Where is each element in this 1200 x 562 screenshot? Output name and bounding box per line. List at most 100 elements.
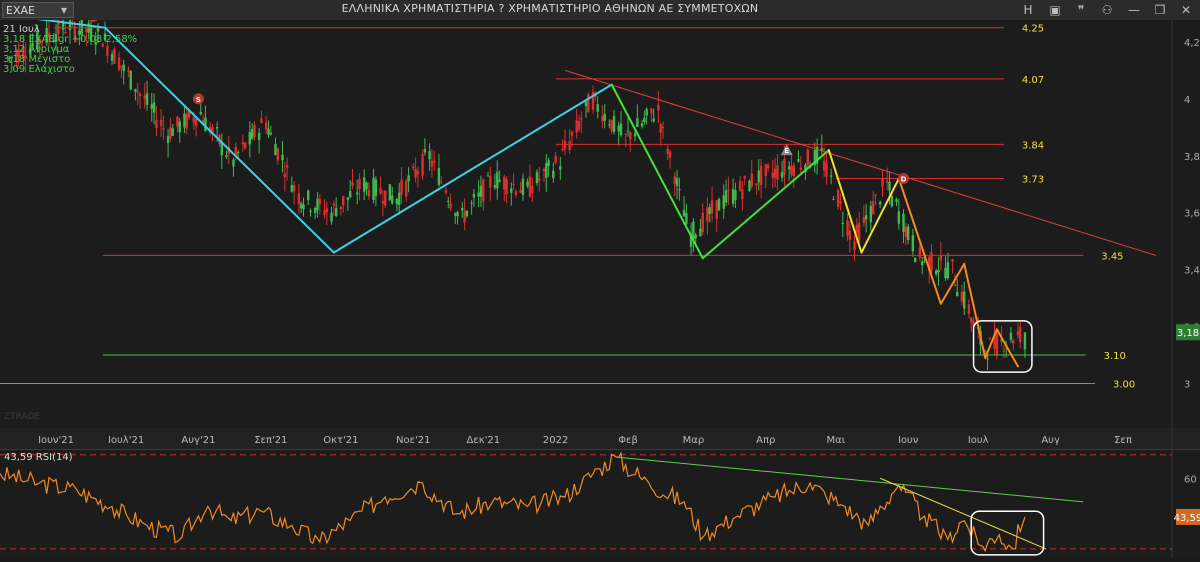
candle-body	[967, 304, 971, 314]
candle-body	[853, 241, 856, 251]
candle-body	[232, 159, 235, 167]
level-label: 3.10	[1104, 351, 1126, 362]
candle-body	[391, 195, 394, 204]
rsi-value-label: 43,59	[1174, 513, 1200, 524]
candle-body	[776, 165, 779, 180]
candle-body	[323, 210, 326, 215]
candle-body	[678, 189, 681, 191]
candle-body	[309, 210, 312, 212]
date-tick-label: Μαι	[827, 435, 846, 446]
candle-body	[236, 151, 240, 153]
candle-body	[701, 213, 704, 233]
user-icon[interactable]: ⚇	[1099, 2, 1115, 18]
candle-body	[313, 208, 317, 213]
candle-body	[722, 195, 725, 209]
candle-body	[489, 176, 492, 188]
candle-body	[384, 190, 387, 206]
candle-body	[766, 164, 770, 169]
candle-body	[552, 170, 555, 178]
candle-body	[841, 222, 845, 224]
candle-body	[970, 317, 973, 323]
candle-body	[346, 197, 350, 200]
restore-icon[interactable]: ❐	[1152, 2, 1168, 18]
candle-body	[715, 200, 718, 219]
candle-body	[890, 195, 894, 207]
rsi-panel-bg	[0, 450, 1200, 558]
candle-body	[440, 181, 443, 183]
candle-body	[792, 165, 795, 177]
candle-body	[281, 154, 284, 161]
candle-body	[398, 192, 401, 205]
candle-body	[780, 172, 784, 178]
candle-body	[829, 175, 833, 177]
candle-body	[185, 113, 188, 129]
candle-body	[839, 200, 842, 204]
candle-body	[708, 207, 711, 215]
candle-body	[372, 177, 375, 200]
candle-body	[461, 208, 464, 211]
candle-body	[145, 93, 149, 105]
candle-body	[871, 201, 875, 215]
candle-body	[685, 213, 688, 224]
candle-body	[874, 194, 877, 196]
date-tick-label: Σεπ	[1114, 435, 1132, 446]
candle-body	[477, 192, 480, 197]
candle-body	[608, 124, 611, 126]
image-icon[interactable]: ▣	[1047, 2, 1063, 18]
date-tick-label: Αυγ	[1041, 435, 1060, 446]
candle-body	[334, 208, 338, 217]
candle-body	[348, 191, 352, 198]
candle-body	[519, 189, 522, 193]
candle-body	[906, 226, 910, 241]
date-tick-label: Ιουν	[898, 435, 919, 446]
candle-body	[757, 170, 760, 183]
candle-body	[738, 181, 742, 191]
candle-body	[554, 156, 557, 163]
price-tick-label: 3	[1184, 379, 1190, 390]
price-tick-label: 3,4	[1184, 266, 1200, 277]
candle-body	[570, 131, 574, 136]
marker-label: D	[90, 20, 96, 21]
candle-body	[388, 184, 392, 201]
chart-canvas[interactable]: ZTRADE 4.25 4.07 3.84 3.73 3.45 3.10 3.00 D S E D 3 3…	[0, 5, 1200, 558]
date-tick-label: Ιουλ	[968, 435, 989, 446]
candle-body	[176, 116, 179, 127]
candle-body	[351, 182, 354, 186]
candle-body	[731, 188, 735, 204]
candle-body	[659, 124, 662, 133]
candle-body	[253, 124, 256, 138]
date-tick-label: Μαρ	[683, 435, 705, 446]
candle-body	[577, 121, 581, 130]
candle-body	[234, 146, 238, 155]
candle-body	[264, 122, 268, 130]
candle-body	[937, 270, 940, 273]
candle-body	[694, 234, 697, 239]
quote-icon[interactable]: ❞	[1073, 2, 1089, 18]
candle-body	[675, 178, 679, 186]
candle-body	[299, 203, 303, 209]
candle-body	[241, 142, 245, 144]
level-label: 4.07	[1022, 75, 1044, 86]
info-low: 3,09 Ελάχιστο	[3, 64, 75, 75]
candle-body	[290, 185, 294, 192]
price-tick-label: 3,8	[1184, 152, 1200, 163]
candle-body	[783, 159, 786, 176]
candle-body	[848, 230, 852, 240]
chart-area[interactable]: ZTRADE 4.25 4.07 3.84 3.73 3.45 3.10 3.00 D S E D 3 3…	[0, 5, 1200, 558]
minimize-icon[interactable]: —	[1126, 2, 1142, 18]
candle-body	[617, 125, 620, 132]
candle-body	[166, 135, 170, 144]
candle-body	[416, 171, 420, 175]
candle-body	[960, 291, 964, 302]
candle-body	[456, 211, 459, 217]
candle-body	[496, 171, 499, 189]
candle-body	[134, 89, 137, 92]
candle-body	[503, 176, 506, 190]
candle-body	[395, 199, 399, 205]
candle-body	[1016, 331, 1020, 336]
close-icon[interactable]: ✕	[1178, 2, 1194, 18]
h-button[interactable]: H	[1020, 2, 1036, 18]
candle-body	[162, 128, 165, 130]
candle-body	[759, 165, 763, 186]
last-price-label: 3,18	[1177, 328, 1199, 339]
